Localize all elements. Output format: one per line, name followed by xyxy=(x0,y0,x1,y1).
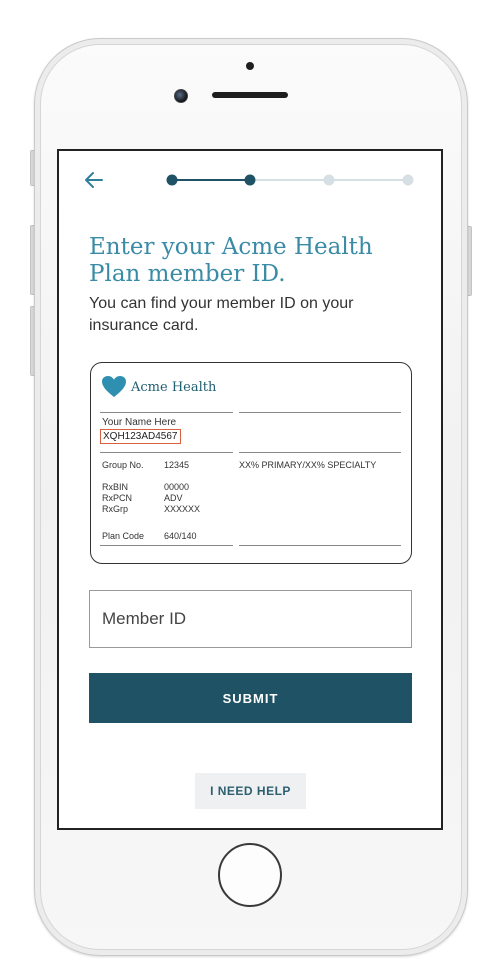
card-member-id-highlight: XQH123AD4567 xyxy=(100,429,181,444)
card-plan-label: Plan Code xyxy=(102,531,145,541)
card-rx-label: RxPCN xyxy=(102,493,133,503)
page-subtitle: You can find your member ID on your insu… xyxy=(89,295,354,334)
card-rx-value: ADV xyxy=(164,493,183,503)
card-brand-name: Acme Health xyxy=(131,380,217,395)
card-divider xyxy=(239,545,401,546)
need-help-button[interactable]: I NEED HELP xyxy=(195,773,306,809)
earpiece-speaker xyxy=(212,92,288,98)
card-rx-label: RxBIN xyxy=(102,482,129,492)
card-plan-value: 640/140 xyxy=(164,531,197,541)
progress-step-4 xyxy=(402,174,414,186)
member-id-input[interactable] xyxy=(89,590,412,648)
page-title: Enter your Acme Health Plan member ID. xyxy=(89,234,373,287)
home-button[interactable] xyxy=(218,843,282,907)
phone-screen: Enter your Acme Health Plan member ID. Y… xyxy=(57,149,443,830)
submit-button[interactable]: SUBMIT xyxy=(89,673,412,723)
progress-step-3 xyxy=(323,174,335,186)
progress-step-1 xyxy=(166,174,178,186)
card-divider xyxy=(100,452,233,453)
card-divider xyxy=(100,545,233,546)
card-divider xyxy=(239,452,401,453)
card-group-label: Group No. xyxy=(102,460,144,470)
card-coverage: XX% PRIMARY/XX% SPECIALTY xyxy=(239,460,377,470)
proximity-sensor xyxy=(246,62,254,70)
card-divider xyxy=(100,412,233,413)
card-divider xyxy=(239,412,401,413)
card-rx-label: RxGrp xyxy=(102,504,129,514)
card-group-value: 12345 xyxy=(164,460,190,470)
progress-stepper xyxy=(166,174,414,186)
heart-icon xyxy=(102,376,126,397)
card-rx-value: 00000 xyxy=(164,482,190,492)
card-name-label: Your Name Here xyxy=(102,417,177,428)
progress-step-2 xyxy=(244,174,256,186)
insurance-card-illustration: Acme Health Your Name Here XQH123AD4567 … xyxy=(90,362,412,564)
arrow-left-icon[interactable] xyxy=(82,168,106,192)
card-rx-value: XXXXXX xyxy=(164,504,201,514)
front-camera-icon xyxy=(174,89,188,103)
